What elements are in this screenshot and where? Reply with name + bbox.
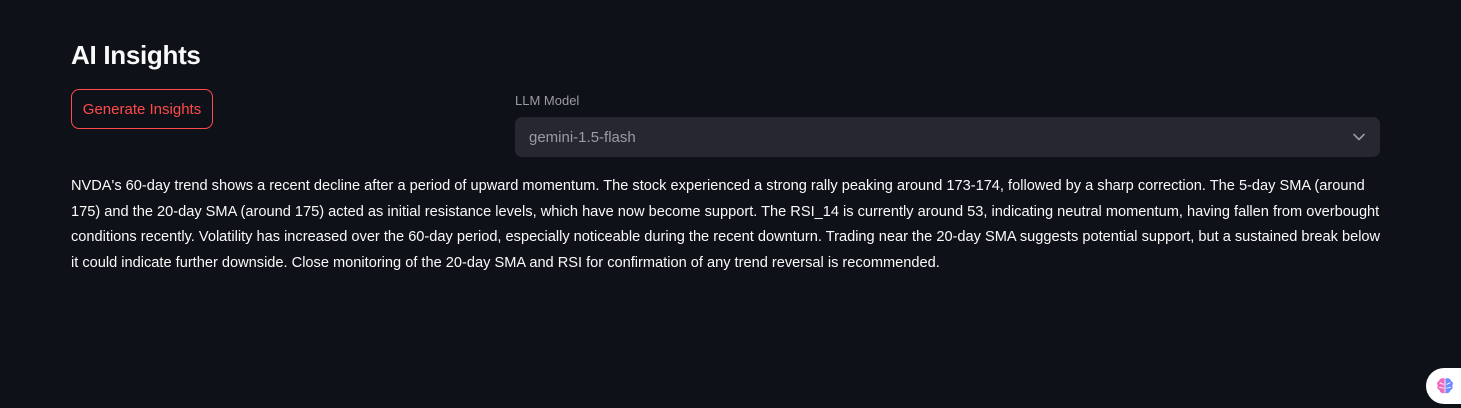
llm-model-selected-value: gemini-1.5-flash — [529, 128, 636, 146]
llm-model-select[interactable]: gemini-1.5-flash — [515, 117, 1380, 157]
llm-model-label: LLM Model — [515, 93, 580, 108]
floating-app-badge[interactable] — [1426, 368, 1461, 404]
insights-text: NVDA's 60-day trend shows a recent decli… — [71, 178, 1381, 271]
brain-icon — [1435, 376, 1455, 396]
chevron-down-icon — [1352, 130, 1366, 144]
section-title: AI Insights — [71, 40, 201, 70]
ai-insights-page: AI Insights Generate Insights LLM Model … — [0, 0, 1461, 408]
generate-insights-button[interactable]: Generate Insights — [71, 89, 213, 129]
